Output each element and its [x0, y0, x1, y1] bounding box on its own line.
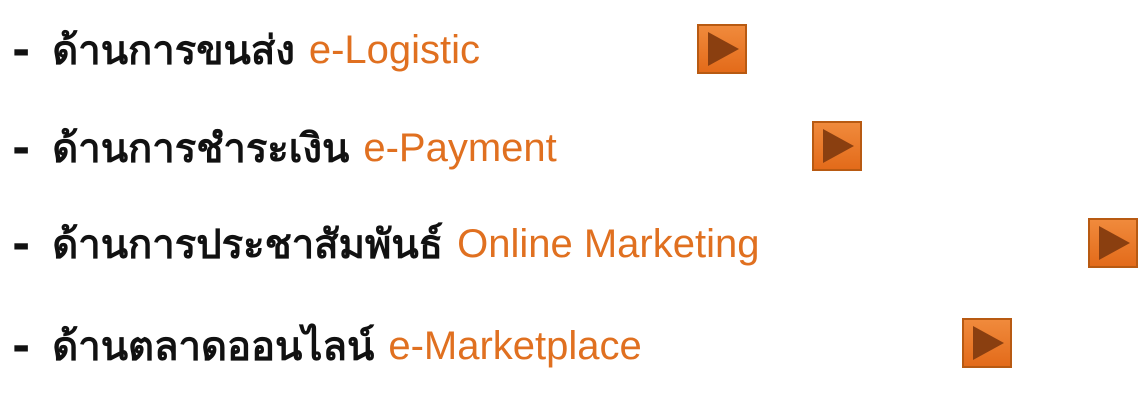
- item-label-thai: ด้านตลาดออนไลน์: [52, 324, 375, 370]
- bullet-dash: -: [12, 122, 31, 174]
- item-label-english: Online Marketing: [457, 221, 760, 266]
- play-button-marketplace[interactable]: [962, 318, 1012, 368]
- list-item-payment: - ด้านการชำระเงิน e-Payment: [0, 108, 557, 188]
- list-item-logistic: - ด้านการขนส่ง e-Logistic: [0, 10, 480, 90]
- bullet-dash: -: [12, 24, 31, 76]
- play-triangle-icon: [1099, 226, 1130, 260]
- item-label-thai: ด้านการชำระเงิน: [52, 126, 350, 172]
- item-label-thai: ด้านการขนส่ง: [52, 28, 295, 74]
- play-triangle-icon: [823, 129, 854, 163]
- play-button-logistic[interactable]: [697, 24, 747, 74]
- bullet-dash: -: [12, 320, 31, 372]
- play-button-payment[interactable]: [812, 121, 862, 171]
- play-triangle-icon: [708, 32, 739, 66]
- bullet-dash: -: [12, 218, 31, 270]
- play-button-online-marketing[interactable]: [1088, 218, 1138, 268]
- list-item-marketplace: - ด้านตลาดออนไลน์ e-Marketplace: [0, 306, 642, 386]
- item-label-thai: ด้านการประชาสัมพันธ์: [52, 222, 444, 268]
- item-label-english: e-Marketplace: [388, 323, 642, 368]
- list-item-online-marketing: - ด้านการประชาสัมพันธ์ Online Marketing: [0, 204, 759, 284]
- play-triangle-icon: [973, 326, 1004, 360]
- item-label-english: e-Logistic: [308, 27, 481, 72]
- item-label-english: e-Payment: [363, 125, 557, 170]
